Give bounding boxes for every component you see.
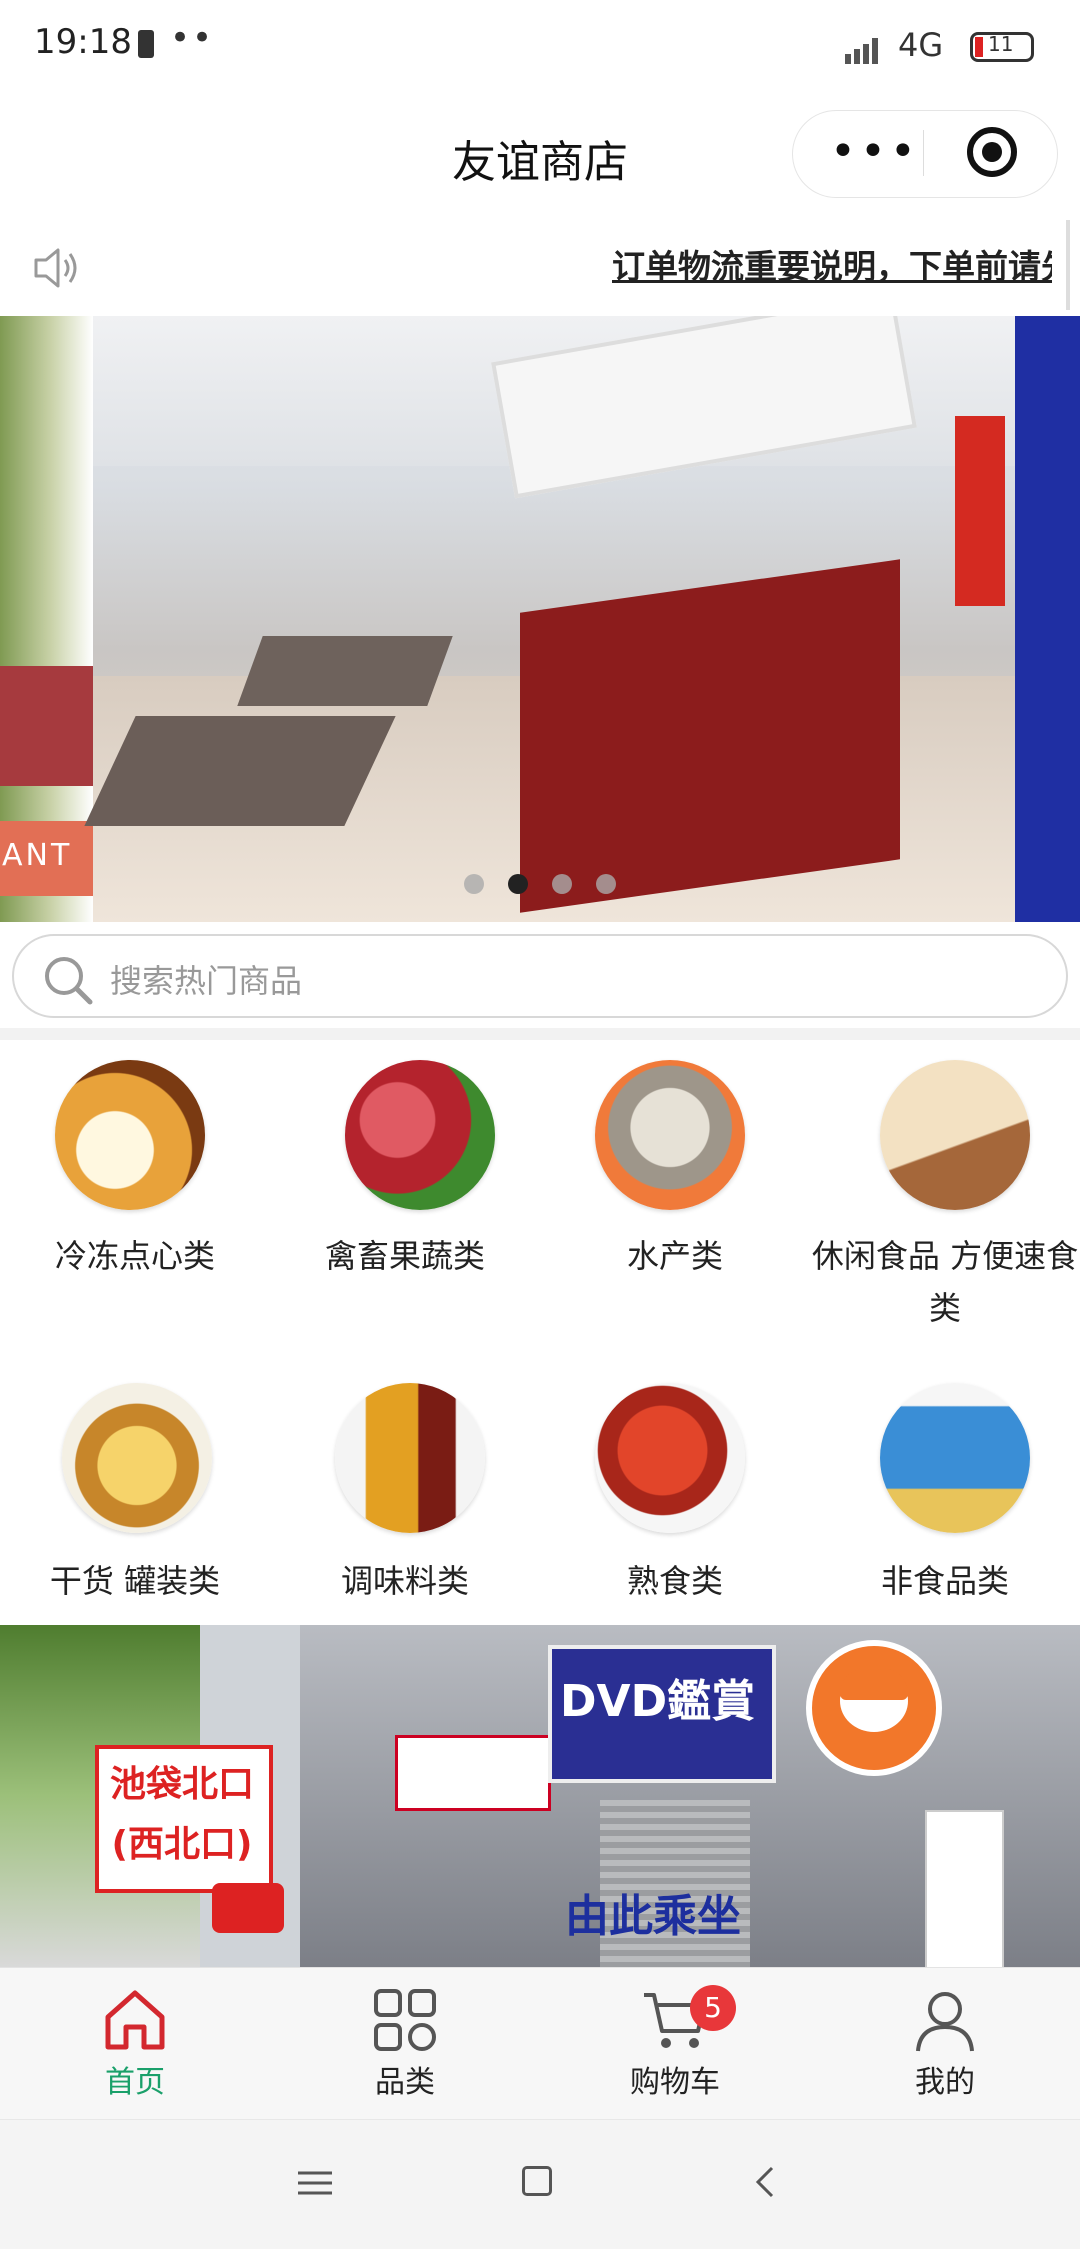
cooked-food-image — [595, 1383, 745, 1533]
tab-home[interactable]: 首页 — [0, 1967, 270, 2119]
close-icon-dot — [982, 142, 1002, 162]
notice-link[interactable]: 订单物流重要说明，下单前请先 — [612, 240, 1052, 288]
tab-profile[interactable]: 我的 — [810, 1967, 1080, 2119]
more-options-button[interactable]: ••• — [830, 126, 920, 177]
tab-label: 购物车 — [630, 2065, 720, 2100]
customer-service-headset — [840, 1668, 908, 1700]
battery-saver-icon — [138, 30, 154, 58]
category-frozen-dimsum[interactable]: 冷冻点心类 — [0, 1040, 270, 1325]
banner2-shop-sign — [925, 1810, 1004, 1974]
home-square-icon[interactable] — [522, 2166, 552, 2196]
notice-scroll-indicator — [1066, 220, 1070, 310]
tab-cart[interactable]: 购物车 — [540, 1967, 810, 2119]
banner-dot[interactable] — [464, 874, 484, 894]
category-dried-goods[interactable]: 干货 罐装类 — [0, 1365, 270, 1625]
dumplings-image — [55, 1060, 205, 1210]
banner-dot[interactable] — [552, 874, 572, 894]
banner2-direction-text: 由此乘坐 — [565, 1891, 741, 1942]
snacks-image — [880, 1060, 1030, 1210]
banner-dot[interactable] — [596, 874, 616, 894]
banner-counter — [520, 559, 900, 913]
search-icon — [45, 957, 93, 1005]
tab-label: 我的 — [915, 2065, 975, 2100]
banner2-dvd-text: DVD鑑賞 — [560, 1676, 756, 1727]
status-time: 19:18 — [34, 22, 132, 62]
banner2-station-text: 池袋北口 (西北口) — [109, 1764, 254, 1865]
category-label: 冷冻点心类 — [54, 1237, 215, 1275]
seafood-image — [595, 1060, 745, 1210]
home-icon — [105, 1990, 165, 2050]
battery-level — [975, 37, 983, 57]
seasoning-image — [335, 1383, 485, 1533]
category-seafood[interactable]: 水产类 — [540, 1040, 810, 1325]
tab-label: 品类 — [375, 2065, 435, 2100]
non-food-image — [880, 1383, 1030, 1533]
category-snacks[interactable]: 休闲食品 方便速食类 — [810, 1040, 1080, 1340]
section-divider — [0, 1028, 1080, 1040]
category-label: 调味料类 — [340, 1562, 469, 1600]
banner-lantern — [955, 416, 1005, 606]
dried-goods-image — [62, 1383, 212, 1533]
search-placeholder: 搜索热门商品 — [110, 962, 303, 1000]
capsule-divider — [923, 130, 924, 176]
signal-icon — [845, 38, 878, 64]
category-seasoning[interactable]: 调味料类 — [270, 1365, 540, 1625]
category-meat-vegetable[interactable]: 禽畜果蔬类 — [270, 1040, 540, 1325]
menu-icon[interactable] — [298, 2170, 332, 2196]
category-label: 熟食类 — [626, 1562, 723, 1600]
category-non-food[interactable]: 非食品类 — [810, 1365, 1080, 1625]
category-grid-icon — [374, 1989, 436, 2051]
banner-dot-active[interactable] — [508, 874, 528, 894]
network-type: 4G — [898, 26, 944, 64]
banner-prev-block — [0, 666, 93, 786]
category-label: 干货 罐装类 — [49, 1562, 221, 1600]
notification-dots: •• — [170, 18, 215, 58]
banner-table — [237, 636, 453, 706]
tab-category[interactable]: 品类 — [270, 1967, 540, 2119]
category-label: 非食品类 — [880, 1562, 1009, 1600]
category-label: 水产类 — [626, 1237, 723, 1275]
banner2-store-sign — [395, 1735, 551, 1811]
tab-label: 首页 — [105, 2065, 165, 2100]
back-icon[interactable] — [752, 2165, 778, 2199]
category-cooked-food[interactable]: 熟食类 — [540, 1365, 810, 1625]
arrow-right-icon — [212, 1883, 284, 1933]
meat-vegetable-image — [345, 1060, 495, 1210]
promo-banner[interactable]: ANT — [0, 316, 1080, 922]
banner-next-slide — [1015, 316, 1080, 922]
battery-percent: 11 — [988, 32, 1014, 56]
banner-table — [84, 716, 396, 826]
category-label: 休闲食品 方便速食类 — [811, 1237, 1079, 1327]
category-label: 禽畜果蔬类 — [324, 1237, 485, 1275]
banner-prev-text: ANT — [2, 838, 73, 873]
speaker-icon — [34, 248, 77, 288]
user-icon — [916, 1992, 974, 2052]
cart-count-badge: 5 — [690, 1985, 736, 2031]
